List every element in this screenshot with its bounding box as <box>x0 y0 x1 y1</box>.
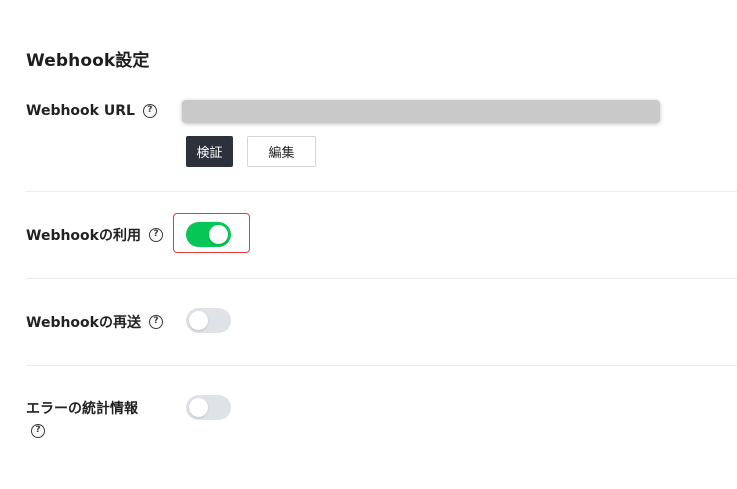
help-icon[interactable]: ? <box>31 424 45 438</box>
help-icon[interactable]: ? <box>148 228 163 242</box>
webhook-url-label-row: Webhook URL ? <box>26 103 157 119</box>
divider <box>26 365 737 366</box>
help-icon[interactable]: ? <box>142 104 157 118</box>
divider <box>26 278 737 279</box>
webhook-url-label: Webhook URL <box>26 103 135 119</box>
toggle-knob <box>189 398 208 417</box>
webhook-url-field-redacted[interactable] <box>182 100 660 123</box>
redelivery-toggle[interactable] <box>186 308 231 333</box>
redelivery-label: Webhookの再送 <box>26 315 141 331</box>
error-stats-label: エラーの統計情報 <box>26 401 138 417</box>
divider <box>26 191 737 192</box>
section-title: Webhook設定 <box>26 51 150 71</box>
toggle-knob <box>209 225 228 244</box>
use-webhook-label-row: Webhookの利用 ? <box>26 225 163 245</box>
verify-button[interactable]: 検証 <box>186 136 233 167</box>
edit-button[interactable]: 編集 <box>247 136 316 167</box>
error-stats-label-row: エラーの統計情報 <box>26 398 138 418</box>
use-webhook-toggle[interactable] <box>186 222 231 247</box>
error-stats-toggle[interactable] <box>186 395 231 420</box>
use-webhook-label: Webhookの利用 <box>26 228 141 244</box>
help-icon[interactable]: ? <box>148 315 163 329</box>
webhook-settings-page: Webhook設定 Webhook URL ? 検証 編集 Webhookの利用… <box>0 0 737 489</box>
redelivery-label-row: Webhookの再送 ? <box>26 312 163 332</box>
toggle-knob <box>189 311 208 330</box>
